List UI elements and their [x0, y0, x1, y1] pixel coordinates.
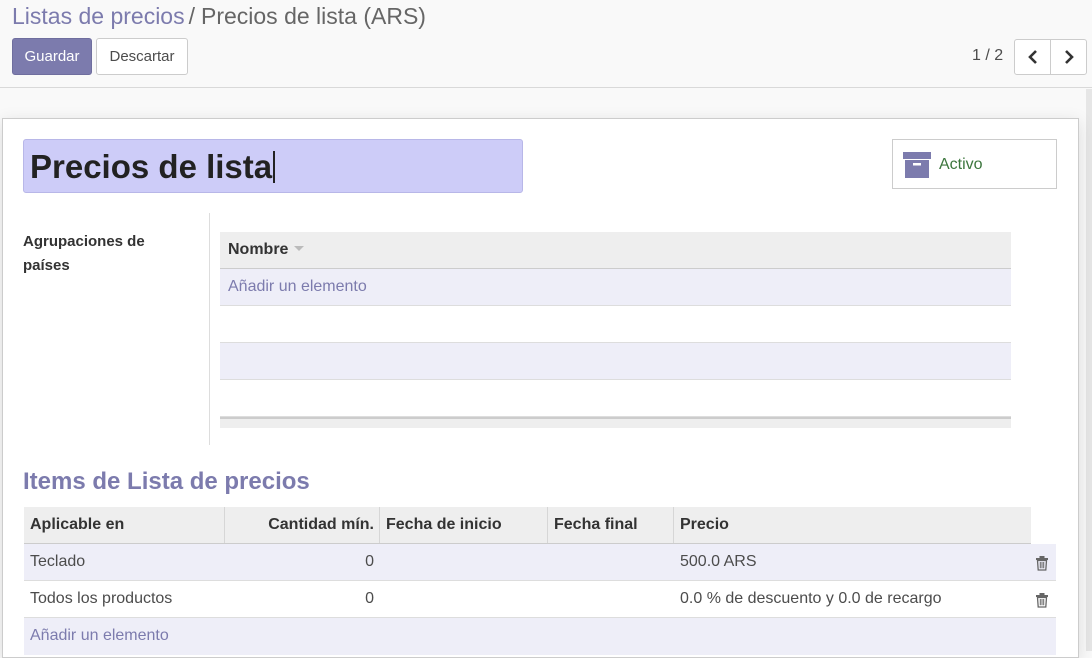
- pager-value[interactable]: 1 / 2: [972, 47, 1003, 65]
- chevron-left-icon: [1027, 50, 1037, 64]
- text-cursor: [273, 151, 276, 183]
- country-groups-table: Nombre Añadir un elemento: [220, 232, 1011, 428]
- table-footer: [220, 417, 1011, 428]
- archive-icon: [903, 152, 931, 178]
- column-header-date-end[interactable]: Fecha final: [548, 507, 644, 543]
- trash-icon[interactable]: [1034, 592, 1050, 608]
- trash-icon[interactable]: [1034, 555, 1050, 571]
- chevron-right-icon: [1064, 50, 1074, 64]
- column-header-price[interactable]: Precio: [674, 507, 735, 543]
- table-row: [220, 380, 1011, 417]
- items-table-header: Aplicable en Cantidad mín. Fecha de inic…: [24, 507, 1031, 544]
- breadcrumb-separator: /: [188, 3, 195, 29]
- cell-price: 500.0 ARS: [680, 553, 757, 570]
- breadcrumb: Listas de precios / Precios de lista (ARS): [12, 3, 426, 29]
- scrollbar[interactable]: [1086, 89, 1092, 651]
- table-row[interactable]: Teclado 0 500.0 ARS: [24, 544, 1056, 581]
- cell-applied-on: Todos los productos: [30, 590, 173, 607]
- pricelist-name-value: Precios de lista: [30, 148, 273, 185]
- table-row[interactable]: Todos los productos 0 0.0 % de descuento…: [24, 581, 1056, 618]
- breadcrumb-parent-link[interactable]: Listas de precios: [12, 3, 185, 29]
- field-divider: [209, 213, 210, 445]
- column-header-applied-on[interactable]: Aplicable en: [24, 507, 130, 543]
- save-button[interactable]: Guardar: [12, 38, 92, 75]
- table-row: [220, 343, 1011, 380]
- pager-next-button[interactable]: [1050, 39, 1087, 75]
- column-header-min-qty[interactable]: Cantidad mín.: [225, 507, 380, 543]
- cell-applied-on: Teclado: [30, 553, 86, 570]
- caret-down-icon: [294, 246, 305, 251]
- cell-min-qty: 0: [365, 553, 374, 570]
- cell-price: 0.0 % de descuento y 0.0 de recargo: [680, 590, 942, 607]
- active-status-label: Activo: [939, 156, 983, 173]
- pricelist-name-input[interactable]: Precios de lista: [23, 139, 523, 193]
- control-panel: Listas de precios / Precios de lista (ARS)…: [0, 0, 1092, 88]
- pricelist-items-table: Aplicable en Cantidad mín. Fecha de inic…: [24, 507, 1056, 655]
- breadcrumb-current: Precios de lista (ARS): [200, 3, 426, 29]
- country-groups-label: Agrupaciones de países: [23, 233, 145, 274]
- column-name-label: Nombre: [228, 241, 289, 258]
- column-header-date-start[interactable]: Fecha de inicio: [380, 507, 508, 543]
- cell-min-qty: 0: [365, 590, 374, 607]
- country-groups-add-line[interactable]: Añadir un elemento: [220, 269, 1011, 306]
- items-add-line[interactable]: Añadir un elemento: [24, 618, 1056, 655]
- items-section-title: Items de Lista de precios: [23, 468, 310, 495]
- discard-button[interactable]: Descartar: [96, 38, 188, 75]
- active-toggle-button[interactable]: Activo: [892, 139, 1057, 189]
- pager-previous-button[interactable]: [1014, 39, 1051, 75]
- country-groups-column-header[interactable]: Nombre: [220, 232, 1011, 269]
- table-row: [220, 306, 1011, 343]
